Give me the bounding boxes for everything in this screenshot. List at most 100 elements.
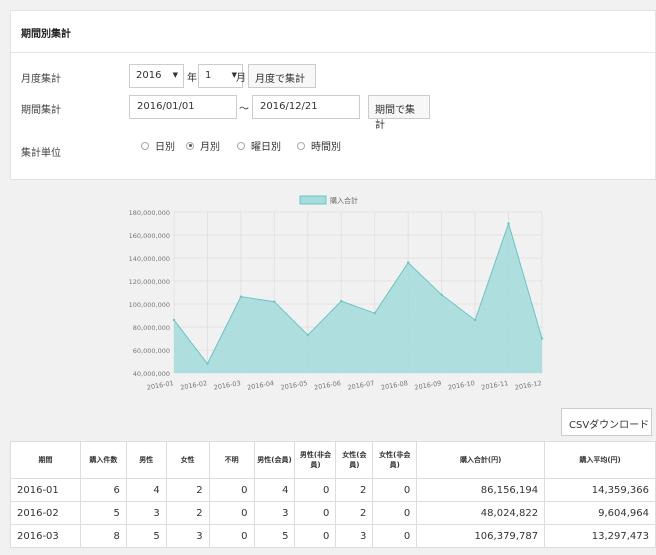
table-cell: 106,379,787 [416, 524, 546, 548]
year-select[interactable]: 2016 ▼ [129, 64, 184, 88]
column-header: 不明 [208, 441, 255, 479]
panel-title: 期間別集計 [11, 11, 655, 53]
radio-hourly[interactable]: 時間別 [297, 138, 341, 153]
x-tick-label: 2016-06 [313, 379, 341, 392]
purchase-chart: 購入合計 180,000,000 160,000,000 140,000,000 120… [110, 190, 550, 405]
radio-monthly-label: 月別 [200, 142, 220, 153]
table-cell: 3 [125, 501, 167, 525]
table-cell: 0 [372, 478, 418, 502]
table-cell: 0 [294, 524, 337, 548]
x-tick-label: 2016-10 [447, 379, 475, 392]
table-cell: 0 [208, 524, 255, 548]
table-row: 2016-01 6 4 2 0 4 0 2 0 86,156,194 14,35… [10, 478, 656, 502]
x-tick-label: 2016-05 [280, 379, 308, 392]
column-header: 購入平均(円) [544, 441, 656, 479]
data-point [306, 333, 310, 337]
radio-icon [141, 141, 149, 150]
monthly-aggregate-button[interactable]: 月度で集計 [248, 64, 316, 88]
radio-hourly-label: 時間別 [311, 142, 341, 153]
radio-icon [237, 141, 245, 150]
table-cell: 0 [294, 478, 337, 502]
x-tick-label: 2016-03 [213, 379, 241, 392]
area-fill [174, 223, 542, 373]
table-cell: 4 [125, 478, 167, 502]
x-tick-label: 2016-04 [247, 379, 275, 392]
data-point [406, 261, 410, 264]
table-cell: 5 [253, 524, 296, 548]
data-point [373, 312, 376, 315]
radio-daily-label: 日別 [155, 142, 175, 153]
radio-icon [297, 141, 305, 150]
period-aggregation-panel: 期間別集計 月度集計 2016 ▼ 年 1 ▼ 月 月度で集計 期間集計 201… [10, 10, 656, 180]
table-cell: 0 [372, 501, 418, 525]
data-point [507, 222, 510, 225]
table-cell: 2 [335, 501, 374, 525]
period-to-input[interactable]: 2016/12/21 [252, 95, 360, 119]
period-from-input[interactable]: 2016/01/01 [129, 95, 237, 119]
table-cell: 0 [208, 478, 255, 502]
y-tick-label: 100,000,000 [129, 301, 170, 309]
data-point [340, 299, 343, 303]
radio-weekday[interactable]: 曜日別 [237, 138, 281, 153]
y-tick-label: 80,000,000 [133, 324, 170, 332]
year-value: 2016 [136, 70, 162, 81]
period-aggregate-button[interactable]: 期間で集計 [368, 95, 430, 131]
y-tick-label: 140,000,000 [129, 255, 170, 263]
table-cell: 5 [79, 501, 127, 525]
radio-weekday-label: 曜日別 [251, 142, 281, 153]
column-header: 男性(非会員) [294, 441, 337, 479]
chevron-down-icon: ▼ [172, 71, 178, 79]
x-tick-label: 2016-09 [414, 379, 442, 392]
table-cell: 2016-02 [10, 501, 81, 525]
legend-label: 購入合計 [330, 196, 358, 205]
column-header: 期間 [10, 441, 81, 479]
column-header: 女性(会員) [335, 441, 374, 479]
unit-row: 集計単位 日別 月別 曜日別 時間別 [11, 134, 655, 160]
area-chart: 購入合計 180,000,000 160,000,000 140,000,000 120… [129, 195, 544, 392]
month-value: 1 [205, 70, 212, 81]
table-header-row: 期間 購入件数 男性 女性 不明 男性(会員) 男性(非会員) 女性(会員) 女… [10, 441, 656, 479]
table-cell: 3 [253, 501, 296, 525]
table-cell: 2 [165, 478, 210, 502]
x-tick-label: 2016-12 [514, 379, 542, 392]
y-tick-label: 160,000,000 [129, 232, 170, 240]
table-cell: 0 [208, 501, 255, 525]
period-label: 期間集計 [21, 105, 61, 116]
unit-label: 集計単位 [21, 148, 61, 159]
table-cell: 0 [372, 524, 418, 548]
column-header: 女性(非会員) [372, 441, 418, 479]
column-header: 女性 [165, 441, 210, 479]
table-row: 2016-03 8 5 3 0 5 0 3 0 106,379,787 13,2… [10, 524, 656, 548]
y-tick-label: 180,000,000 [129, 209, 170, 217]
data-point [206, 362, 209, 365]
data-point [273, 300, 276, 303]
period-separator: 〜 [239, 104, 249, 115]
table-cell: 2016-03 [10, 524, 81, 548]
y-tick-label: 40,000,000 [133, 370, 170, 378]
x-tick-label: 2016-11 [481, 379, 509, 392]
table-cell: 8 [79, 524, 127, 548]
table-cell: 2016-01 [10, 478, 81, 502]
column-header: 男性 [125, 441, 167, 479]
y-tick-label: 120,000,000 [129, 278, 170, 286]
radio-monthly[interactable]: 月別 [186, 138, 220, 153]
table-cell: 4 [253, 478, 296, 502]
x-tick-label: 2016-01 [146, 379, 174, 392]
x-tick-label: 2016-07 [347, 379, 375, 392]
table-row: 2016-02 5 3 2 0 3 0 2 0 48,024,822 9,604… [10, 501, 656, 525]
table-cell: 9,604,964 [544, 501, 656, 525]
data-point [473, 318, 477, 322]
radio-daily[interactable]: 日別 [141, 138, 175, 153]
table-cell: 6 [79, 478, 127, 502]
table-cell: 86,156,194 [416, 478, 546, 502]
data-point [239, 295, 243, 298]
monthly-row: 月度集計 2016 ▼ 年 1 ▼ 月 月度で集計 [11, 64, 655, 90]
legend-swatch [299, 195, 327, 205]
x-tick-label: 2016-08 [380, 379, 408, 392]
year-suffix: 年 [187, 73, 197, 84]
table-cell: 3 [335, 524, 374, 548]
csv-download-button[interactable]: CSVダウンロード [561, 408, 652, 436]
month-suffix: 月 [236, 73, 246, 84]
table-cell: 0 [294, 501, 337, 525]
table-cell: 3 [165, 524, 210, 548]
